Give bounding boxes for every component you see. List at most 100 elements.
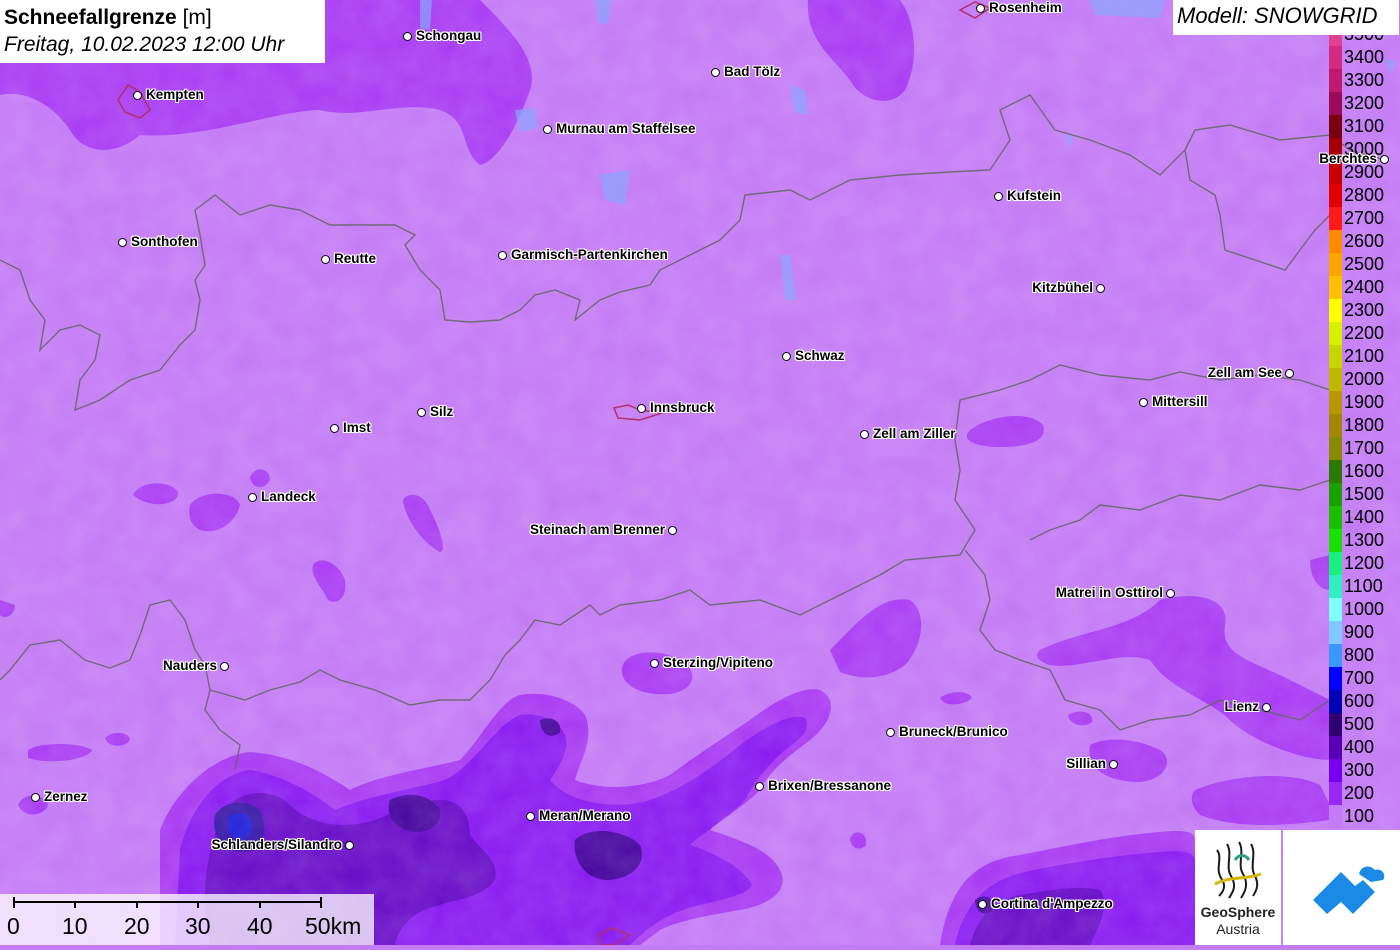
legend-row-2100: 2100 bbox=[1328, 345, 1400, 368]
city-dot bbox=[31, 793, 40, 802]
legend-swatch bbox=[1329, 391, 1342, 414]
legend-swatch bbox=[1329, 299, 1342, 322]
city-label: Landeck bbox=[261, 489, 316, 504]
legend-swatch bbox=[1329, 437, 1342, 460]
city-label: Steinach am Brenner bbox=[529, 522, 665, 537]
legend-row-2500: 2500 bbox=[1328, 253, 1400, 276]
legend-row-1100: 1100 bbox=[1328, 575, 1400, 598]
legend-label: 200 bbox=[1344, 783, 1375, 803]
legend-row-2800: 2800 bbox=[1328, 184, 1400, 207]
legend-row-200: 200 bbox=[1328, 782, 1400, 805]
legend-row-1900: 1900 bbox=[1328, 391, 1400, 414]
legend-label: 1200 bbox=[1344, 553, 1385, 573]
legend-swatch bbox=[1329, 92, 1342, 115]
legend-row-1600: 1600 bbox=[1328, 460, 1400, 483]
legend-swatch bbox=[1329, 552, 1342, 575]
legend-row-3300: 3300 bbox=[1328, 69, 1400, 92]
legend-row-1700: 1700 bbox=[1328, 437, 1400, 460]
city-dot bbox=[755, 782, 764, 791]
scale-label-40: 40 bbox=[247, 913, 273, 939]
mountain-cloud-icon bbox=[1313, 866, 1385, 914]
city-dot bbox=[321, 255, 330, 264]
city-dot bbox=[650, 659, 659, 668]
legend-row-700: 700 bbox=[1328, 667, 1400, 690]
legend-swatch bbox=[1329, 253, 1342, 276]
city-label: Imst bbox=[343, 420, 371, 435]
legend-label: 1800 bbox=[1344, 415, 1385, 435]
city-label: Zell am See bbox=[1207, 365, 1282, 380]
geosphere-logo-line2: Austria bbox=[1216, 921, 1260, 937]
legend-swatch bbox=[1329, 414, 1342, 437]
city-label: Murnau am Staffelsee bbox=[556, 121, 696, 136]
legend-label: 300 bbox=[1344, 760, 1375, 780]
legend-row-3500: 3500 bbox=[1328, 35, 1400, 46]
legend-row-1800: 1800 bbox=[1328, 414, 1400, 437]
legend-swatch bbox=[1329, 736, 1342, 759]
legend-row-3200: 3200 bbox=[1328, 92, 1400, 115]
legend-label: 3500 bbox=[1344, 35, 1384, 46]
legend-label: 2500 bbox=[1344, 254, 1385, 274]
legend-swatch bbox=[1329, 483, 1342, 506]
legend-row-1200: 1200 bbox=[1328, 552, 1400, 575]
legend-label: 2600 bbox=[1344, 231, 1385, 251]
city-label: Schongau bbox=[416, 28, 482, 43]
city-dot bbox=[1262, 703, 1271, 712]
legend-label: 600 bbox=[1344, 691, 1375, 711]
legend-swatch bbox=[1329, 575, 1342, 598]
city-label: Rosenheim bbox=[989, 0, 1062, 15]
legend-swatch bbox=[1329, 644, 1342, 667]
geosphere-logo[interactable]: GeoSphere Austria bbox=[1195, 830, 1281, 945]
city-dot bbox=[345, 841, 354, 850]
city-label: Sterzing/Vipiteno bbox=[663, 655, 774, 670]
legend-row-2200: 2200 bbox=[1328, 322, 1400, 345]
legend-label: 3300 bbox=[1344, 70, 1385, 90]
legend-label: 1000 bbox=[1344, 599, 1385, 619]
legend-label: 3400 bbox=[1344, 47, 1385, 67]
map-title-text: Schneefallgrenze bbox=[4, 6, 177, 29]
legend-label: 2700 bbox=[1344, 208, 1385, 228]
legend-label: 400 bbox=[1344, 737, 1375, 757]
legend-row-100: 100 bbox=[1328, 805, 1400, 828]
legend-swatch bbox=[1329, 529, 1342, 552]
city-dot bbox=[711, 68, 720, 77]
legend-row-400: 400 bbox=[1328, 736, 1400, 759]
legend-row-2400: 2400 bbox=[1328, 276, 1400, 299]
city-label: Schlanders/Silandro bbox=[211, 837, 342, 852]
legend-swatch bbox=[1329, 460, 1342, 483]
snowline-map bbox=[0, 0, 1400, 945]
legend-row-1000: 1000 bbox=[1328, 598, 1400, 621]
snowgrid-logo[interactable] bbox=[1283, 830, 1400, 945]
legend-swatch bbox=[1329, 46, 1342, 69]
legend-label: 1100 bbox=[1344, 576, 1383, 596]
legend-label: 500 bbox=[1344, 714, 1375, 734]
scale-label-30: 30 bbox=[185, 913, 211, 939]
city-dot bbox=[1139, 398, 1148, 407]
legend-row-2300: 2300 bbox=[1328, 299, 1400, 322]
legend-row-300: 300 bbox=[1328, 759, 1400, 782]
scale-label-0: 0 bbox=[7, 913, 20, 939]
map-datetime: Freitag, 10.02.2023 12:00 Uhr bbox=[4, 33, 285, 56]
city-label: Cortina d'Ampezzo bbox=[991, 896, 1113, 911]
legend-swatch bbox=[1329, 598, 1342, 621]
city-dot bbox=[1109, 760, 1118, 769]
legend-label: 1500 bbox=[1344, 484, 1385, 504]
legend-label: 100 bbox=[1344, 806, 1375, 826]
city-dot bbox=[248, 493, 257, 502]
city-label: Meran/Merano bbox=[539, 808, 631, 823]
legend-swatch bbox=[1329, 713, 1342, 736]
legend-swatch bbox=[1329, 69, 1342, 92]
city-label: Silz bbox=[430, 404, 454, 419]
legend-row-1500: 1500 bbox=[1328, 483, 1400, 506]
geosphere-logo-line1: GeoSphere bbox=[1200, 904, 1276, 920]
legend-row-1400: 1400 bbox=[1328, 506, 1400, 529]
city-label: Zell am Ziller bbox=[873, 426, 956, 441]
city-label: Kufstein bbox=[1007, 188, 1061, 203]
legend-row-600: 600 bbox=[1328, 690, 1400, 713]
city-label: Zernez bbox=[44, 789, 88, 804]
scale-label-10: 10 bbox=[62, 913, 88, 939]
model-label: Modell: SNOWGRID bbox=[1173, 0, 1399, 35]
city-dot bbox=[1285, 369, 1294, 378]
city-dot bbox=[1380, 155, 1389, 164]
legend-label: 800 bbox=[1344, 645, 1375, 665]
city-label: Reutte bbox=[334, 251, 377, 266]
